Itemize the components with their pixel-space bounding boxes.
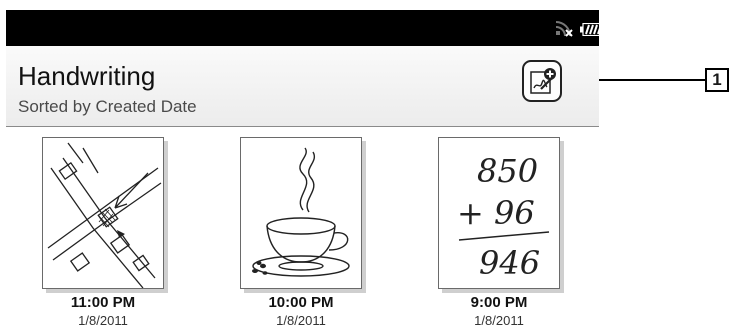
- battery-icon: [580, 23, 599, 36]
- note-time: 9:00 PM: [470, 294, 528, 311]
- sort-label[interactable]: Sorted by Created Date: [18, 97, 197, 117]
- note-date: 1/8/2011: [78, 313, 128, 328]
- callout-line: [599, 79, 705, 81]
- wifi-off-icon: [555, 21, 573, 37]
- callout-label: 1: [705, 68, 729, 92]
- note-date: 1/8/2011: [474, 313, 524, 328]
- note-date: 1/8/2011: [276, 313, 326, 328]
- sketch-number-1: 850: [477, 152, 538, 190]
- sketch-number-3: 946: [479, 244, 540, 282]
- note-item-1[interactable]: 11:00 PM 1/8/2011: [38, 137, 168, 329]
- coffee-cup-sketch-image: [252, 147, 350, 277]
- arithmetic-sketch-image: 850 + 96 946: [457, 152, 550, 282]
- header: Handwriting Sorted by Created Date: [6, 46, 599, 127]
- note-thumbnail: 850 + 96 946: [438, 137, 560, 289]
- notes-grid: 11:00 PM 1/8/2011 10:00 PM 1/8/2011 850 …: [6, 127, 599, 330]
- new-handwriting-button[interactable]: [522, 60, 562, 102]
- device-screen: Handwriting Sorted by Created Date 11:00…: [6, 10, 599, 330]
- note-thumbnail: [42, 137, 164, 289]
- note-thumbnail: [240, 137, 362, 289]
- new-handwriting-icon: [530, 68, 556, 94]
- page-title: Handwriting: [18, 61, 156, 91]
- note-time: 10:00 PM: [268, 294, 334, 311]
- status-bar: [6, 10, 599, 46]
- sketch-number-2: + 96: [457, 194, 535, 232]
- note-item-3[interactable]: 850 + 96 946 9:00 PM 1/8/2011: [434, 137, 564, 329]
- note-item-2[interactable]: 10:00 PM 1/8/2011: [236, 137, 366, 329]
- map-sketch-image: [47, 142, 162, 288]
- note-time: 11:00 PM: [70, 294, 136, 311]
